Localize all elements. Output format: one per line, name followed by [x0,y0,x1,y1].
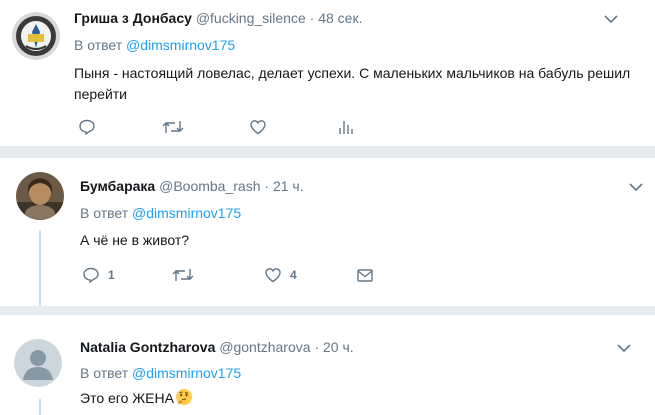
author-name[interactable]: Гриша з Донбасу [74,10,192,26]
chevron-down-icon[interactable] [629,182,643,192]
retweet-button[interactable] [162,118,184,136]
author-name[interactable]: Natalia Gontzharova [80,339,215,355]
reply-button[interactable]: 1 [82,266,115,284]
avatar[interactable] [14,339,62,387]
reply-prefix: В ответ [80,365,129,381]
heart-icon [250,120,266,135]
default-avatar-icon [14,339,62,387]
tweet-text-content: Это его ЖЕНА [80,390,174,406]
tweet-header: Гриша з Донбасу @fucking_silence · 48 се… [74,9,362,27]
retweet-icon [162,121,184,133]
separator: · [309,10,315,26]
reply-to-link[interactable]: @dimsmirnov175 [132,365,241,381]
action-bar [74,118,374,138]
like-count: 4 [290,268,297,282]
timestamp[interactable]: 21 ч. [273,178,304,194]
tweet-text: Это его ЖЕНА [80,388,620,409]
reply-prefix: В ответ [74,37,123,53]
reply-to-link[interactable]: @dimsmirnov175 [132,205,241,221]
timestamp[interactable]: 20 ч. [323,339,354,355]
avatar[interactable] [16,172,64,220]
separator: · [314,339,320,355]
direct-message-button[interactable] [356,266,374,284]
retweet-button[interactable] [172,266,194,284]
analytics-button[interactable] [336,118,354,136]
chevron-down-icon[interactable] [617,343,631,353]
reply-to-link[interactable]: @dimsmirnov175 [126,37,235,53]
tweet-2[interactable]: Бумбарака @Boomba_rash · 21 ч. В ответ @… [0,157,655,306]
avatar[interactable] [12,12,60,60]
tweet-3[interactable]: Natalia Gontzharova @gontzharova · 20 ч.… [0,314,655,415]
tweet-1[interactable]: Гриша з Донбасу @fucking_silence · 48 се… [0,0,655,147]
analytics-icon [339,121,353,134]
reply-prefix: В ответ [80,205,129,221]
avatar-image [16,172,64,220]
reply-context: В ответ @dimsmirnov175 [80,204,241,222]
like-button[interactable]: 4 [264,266,297,284]
author-handle[interactable]: @Boomba_rash [159,178,260,194]
timestamp[interactable]: 48 сек. [318,10,362,26]
reply-icon [83,267,99,284]
avatar-image [12,12,60,60]
author-handle[interactable]: @gontzharova [219,339,310,355]
author-handle[interactable]: @fucking_silence [196,10,306,26]
separator: · [264,178,270,194]
envelope-icon [357,269,373,282]
tweet-text: А чё не в живот? [80,232,190,248]
tweet-header: Natalia Gontzharova @gontzharova · 20 ч. [80,338,354,356]
thread-line [39,230,41,306]
thread-line [39,399,41,415]
action-bar: 1 4 [80,266,400,286]
reply-context: В ответ @dimsmirnov175 [80,364,241,382]
thinking-face-emoji-icon [175,389,192,405]
tweet-text: Пыня - настоящий ловелас, делает успехи.… [74,65,631,102]
reply-icon [79,119,95,136]
chevron-down-icon[interactable] [604,14,618,24]
retweet-icon [172,269,194,281]
tweet-header: Бумбарака @Boomba_rash · 21 ч. [80,177,304,195]
heart-icon [265,268,281,283]
reply-count: 1 [108,268,115,282]
author-name[interactable]: Бумбарака [80,178,155,194]
reply-context: В ответ @dimsmirnov175 [74,36,235,54]
like-button[interactable] [249,118,275,136]
reply-button[interactable] [78,118,104,136]
